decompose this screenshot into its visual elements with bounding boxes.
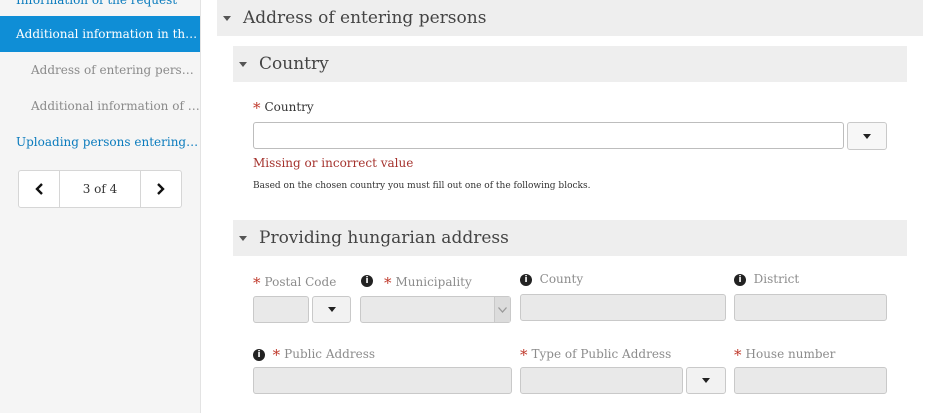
caret-down-icon <box>702 378 710 383</box>
public-address-label-text: Public Address <box>284 347 376 361</box>
info-icon[interactable]: i <box>734 273 746 286</box>
postal-code-label: * Postal Code <box>253 272 337 292</box>
county-label: i County <box>520 272 583 286</box>
municipality-label-text: Municipality <box>395 275 472 289</box>
house-number-label: * House number <box>734 344 836 364</box>
type-of-public-address-label: * Type of Public Address <box>520 344 672 364</box>
next-page-button[interactable] <box>141 171 181 207</box>
select-arrow <box>494 297 510 322</box>
section-address-header[interactable]: Address of entering persons <box>217 0 923 36</box>
previous-page-button[interactable] <box>19 171 59 207</box>
hungarian-address-section-header[interactable]: Providing hungarian address <box>233 220 907 256</box>
required-mark: * <box>384 274 392 292</box>
country-field-label: * Country <box>253 97 314 117</box>
type-of-public-address-label-text: Type of Public Address <box>531 347 672 361</box>
info-icon[interactable]: i <box>520 273 532 286</box>
public-address-label: i * Public Address <box>253 344 376 364</box>
required-mark: * <box>272 346 281 364</box>
chevron-right-icon <box>157 183 165 195</box>
chevron-left-icon <box>35 183 43 195</box>
municipality-select[interactable] <box>360 296 511 323</box>
required-mark: * <box>520 346 528 364</box>
municipality-label: * Municipality <box>384 272 472 292</box>
country-error-message: Missing or incorrect value <box>253 156 414 170</box>
country-dropdown-button[interactable] <box>847 122 887 150</box>
country-section-header[interactable]: Country <box>233 46 907 82</box>
district-input[interactable] <box>734 294 887 321</box>
district-label-text: District <box>753 272 800 286</box>
type-of-public-address-dropdown-button[interactable] <box>686 367 726 394</box>
sidebar-item-uploading-persons[interactable]: Uploading persons entering t… <box>0 124 200 160</box>
info-icon[interactable]: i <box>361 275 373 287</box>
country-section-title: Country <box>259 54 329 74</box>
sidebar-item-additional-information-of[interactable]: Additional information of … <box>0 88 200 124</box>
info-icon[interactable]: i <box>253 348 265 361</box>
caret-down-icon <box>327 307 336 312</box>
country-label-text: Country <box>264 100 314 114</box>
chevron-down-icon <box>498 306 507 313</box>
house-number-input[interactable] <box>734 367 887 394</box>
collapse-caret-icon <box>239 235 247 241</box>
postal-code-input[interactable] <box>253 296 309 323</box>
caret-down-icon <box>863 133 871 139</box>
hungarian-address-section-title: Providing hungarian address <box>259 228 509 248</box>
collapse-caret-icon <box>223 15 231 21</box>
required-mark: * <box>253 99 261 117</box>
sidebar: Information of the request Additional in… <box>0 0 201 413</box>
postal-code-label-text: Postal Code <box>264 275 337 289</box>
district-label: i District <box>734 272 799 286</box>
collapse-caret-icon <box>239 61 247 67</box>
type-of-public-address-input[interactable] <box>520 367 683 394</box>
required-mark: * <box>734 346 742 364</box>
postal-code-dropdown-button[interactable] <box>312 296 351 323</box>
pager-label: 3 of 4 <box>59 171 141 207</box>
sidebar-item-address-of-entering-persons[interactable]: Address of entering persons <box>0 52 200 88</box>
required-mark: * <box>253 274 261 292</box>
house-number-label-text: House number <box>745 347 836 361</box>
county-label-text: County <box>539 272 584 286</box>
country-hint-text: Based on the chosen country you must fil… <box>253 181 591 191</box>
public-address-input[interactable] <box>253 367 512 394</box>
county-input[interactable] <box>520 294 726 321</box>
sidebar-item-additional-information[interactable]: Additional information in the… <box>0 16 200 52</box>
pager: 3 of 4 <box>18 170 182 208</box>
country-input[interactable] <box>253 122 844 149</box>
section-title: Address of entering persons <box>243 8 487 28</box>
